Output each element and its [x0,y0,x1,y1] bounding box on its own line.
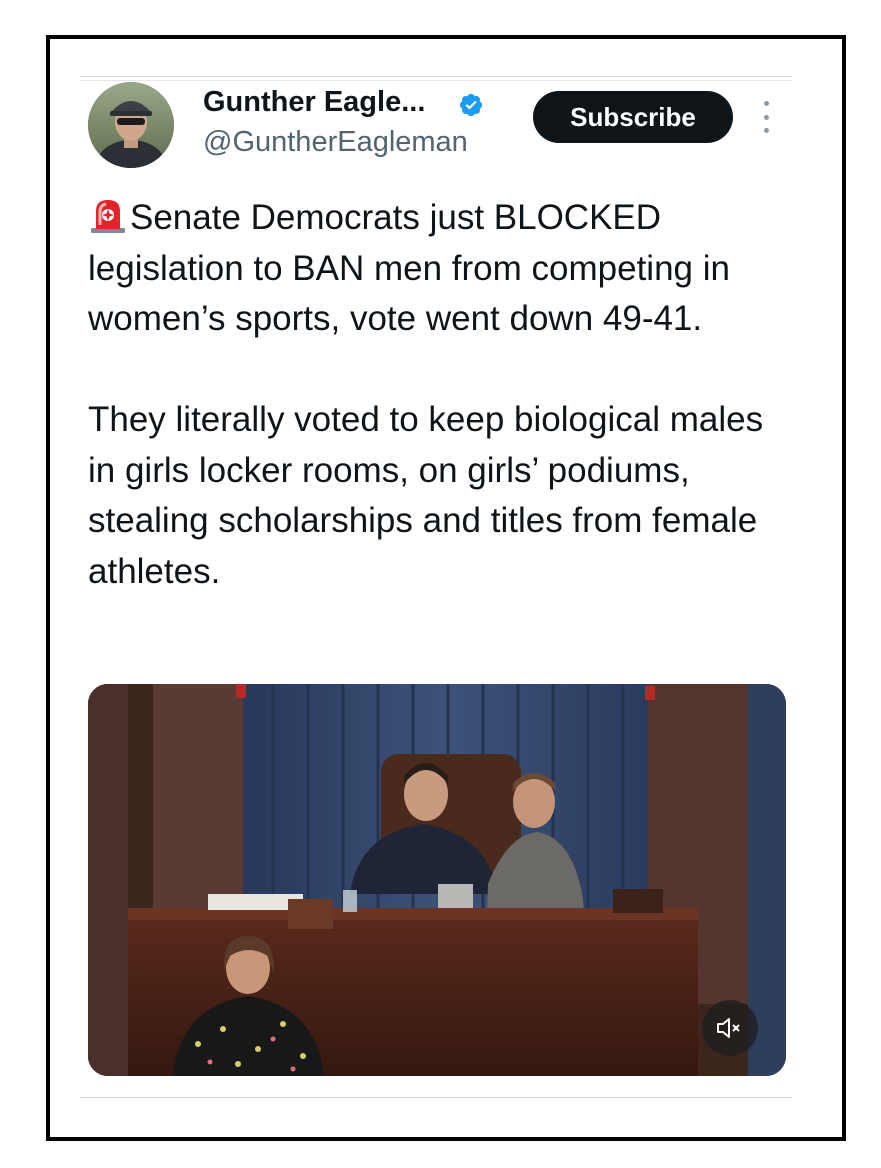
top-divider [80,76,792,77]
tweet-text: Senate Democrats just BLOCKED legislatio… [88,193,778,597]
more-vertical-icon[interactable] [758,101,774,133]
tweet-paragraph-1-text: Senate Democrats just BLOCKED legislatio… [88,198,730,338]
top-divider-secondary [80,80,792,81]
video-player[interactable] [88,684,786,1076]
video-frame-senate-chamber [88,684,786,1076]
subscribe-button[interactable]: Subscribe [533,91,733,143]
avatar-photo [88,82,174,168]
police-siren-icon [88,195,128,235]
display-name[interactable]: Gunther Eagle... [203,86,425,119]
verified-badge-icon [458,92,484,118]
tweet-paragraph-1: Senate Democrats just BLOCKED legislatio… [88,193,778,345]
user-handle[interactable]: @GuntherEagleman [203,126,468,159]
bottom-divider [80,1097,792,1098]
tweet-paragraph-2: They literally voted to keep biological … [88,400,764,591]
speaker-muted-icon[interactable] [702,1000,758,1056]
avatar[interactable] [88,82,174,168]
